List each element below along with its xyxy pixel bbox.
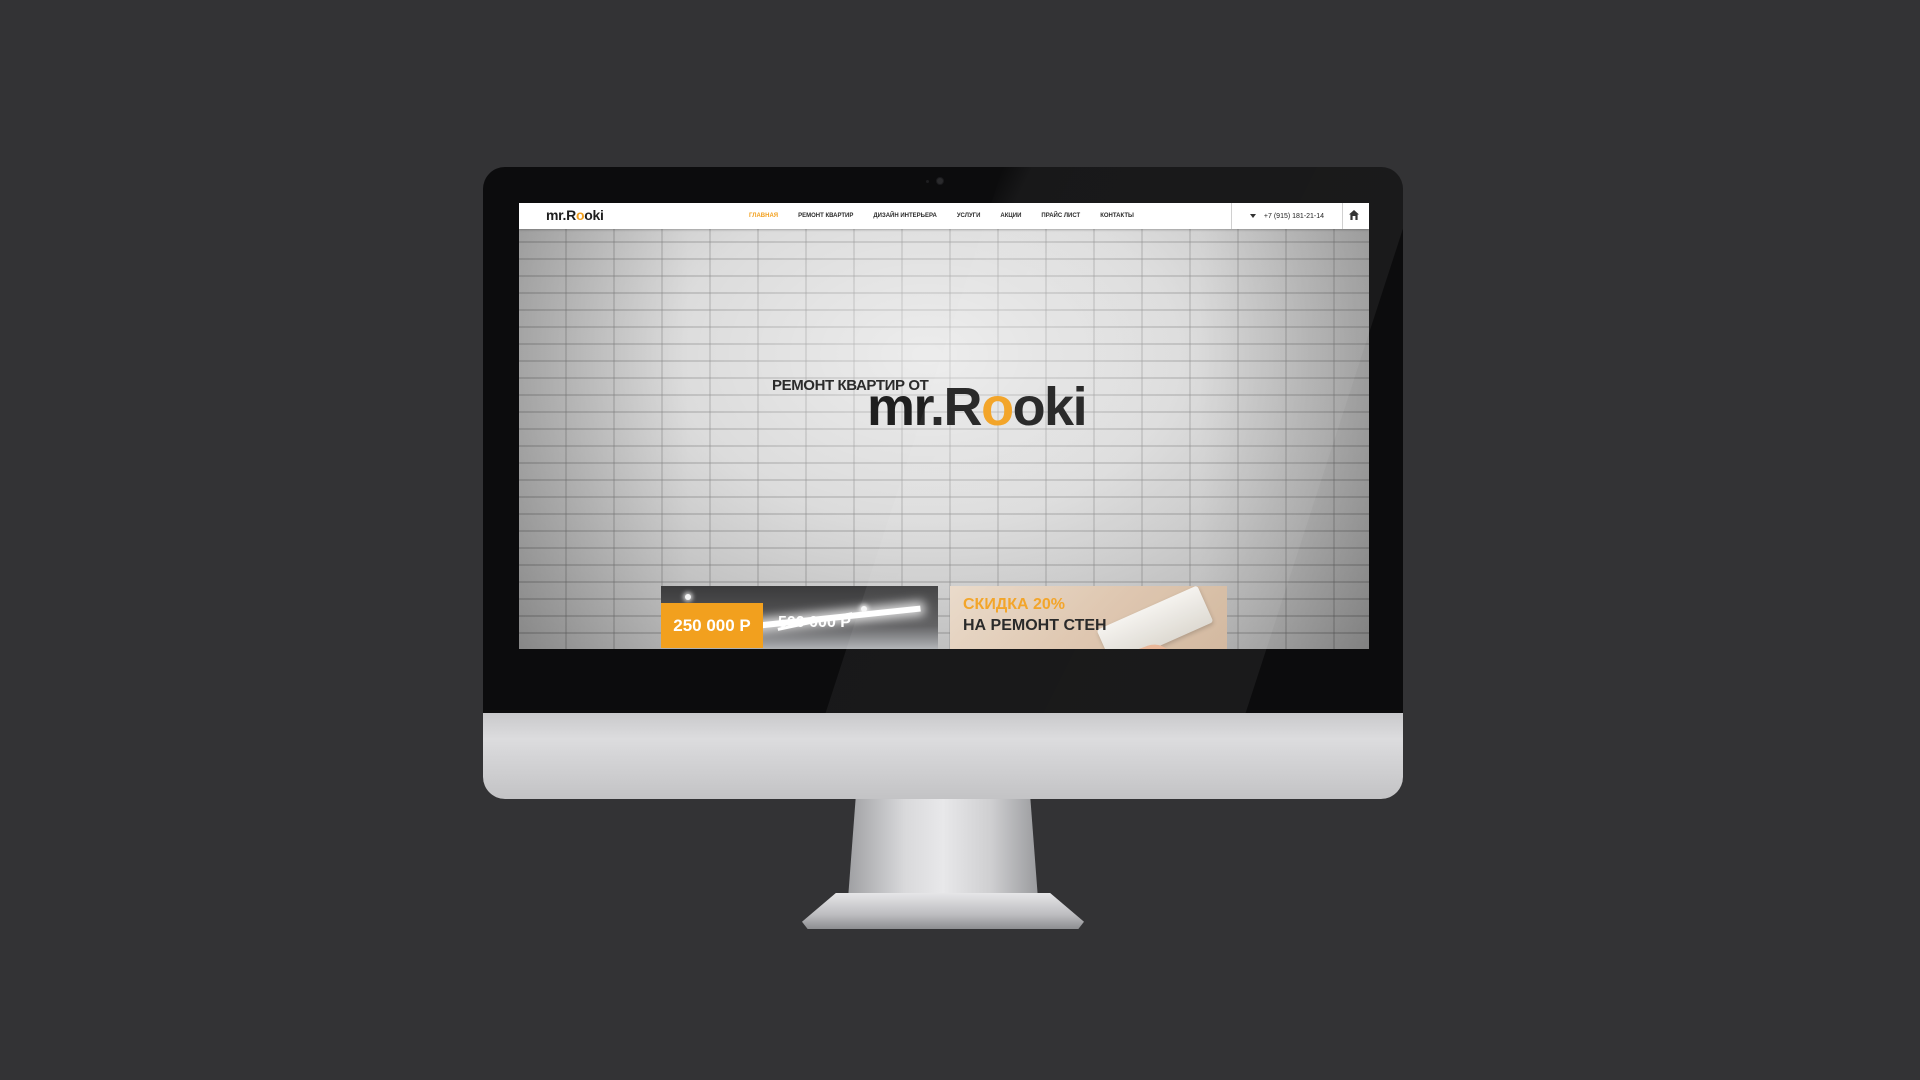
logo-text: mr.R xyxy=(546,207,576,223)
logo-o-icon: o xyxy=(575,207,585,223)
camera-icon xyxy=(937,178,943,184)
chevron-down-icon xyxy=(1249,214,1256,218)
phone-number: +7 (915) 181-21-14 xyxy=(1263,212,1325,220)
trowel-image xyxy=(1096,586,1214,649)
hero-title: mr.Rooki xyxy=(867,375,1088,439)
logo-text-end: oki xyxy=(584,207,604,223)
sensor-dot xyxy=(926,180,929,183)
nav-item-services[interactable]: УСЛУГИ xyxy=(957,213,981,219)
site-header: mr.Rooki ГЛАВНАЯ РЕМОНТ КВАРТИР ДИЗАЙН И… xyxy=(519,203,1369,229)
promo-card-price[interactable]: 250 000 Р 500 000 Р xyxy=(661,586,938,649)
spotlight-image xyxy=(685,594,691,600)
brick-wall-texture xyxy=(519,229,1369,649)
site-logo[interactable]: mr.Rooki xyxy=(546,207,604,223)
hero-logo-o-icon: o xyxy=(981,377,1014,437)
hero-title-text: mr.R xyxy=(867,377,983,437)
nav-item-interior-design[interactable]: ДИЗАЙН ИНТЕРЬЕРА xyxy=(873,213,936,219)
phone-dropdown[interactable]: +7 (915) 181-21-14 xyxy=(1231,203,1343,229)
spotlight-image xyxy=(861,606,867,612)
monitor-stand xyxy=(848,799,1038,899)
promo-card-discount[interactable]: СКИДКА 20% НА РЕМОНТ СТЕН xyxy=(950,586,1227,649)
hero-title-text-end: oki xyxy=(1012,377,1088,437)
nav-item-promotions[interactable]: АКЦИИ xyxy=(1000,213,1021,219)
discount-title: СКИДКА 20% xyxy=(963,596,1066,613)
main-nav: ГЛАВНАЯ РЕМОНТ КВАРТИР ДИЗАЙН ИНТЕРЬЕРА … xyxy=(749,203,1154,229)
discount-subtitle: НА РЕМОНТ СТЕН xyxy=(963,617,1107,634)
hero-banner: РЕМОНТ КВАРТИР ОТ mr.Rooki 250 000 Р 500… xyxy=(519,229,1369,649)
home-icon[interactable] xyxy=(1348,209,1360,221)
monitor-frame: mr.Rooki ГЛАВНАЯ РЕМОНТ КВАРТИР ДИЗАЙН И… xyxy=(483,167,1403,799)
browser-screen: mr.Rooki ГЛАВНАЯ РЕМОНТ КВАРТИР ДИЗАЙН И… xyxy=(519,203,1369,649)
monitor-stand-base xyxy=(802,893,1084,929)
nav-item-price-list[interactable]: ПРАЙС ЛИСТ xyxy=(1041,213,1080,219)
nav-item-apartment-renovation[interactable]: РЕМОНТ КВАРТИР xyxy=(798,213,853,219)
nav-item-contacts[interactable]: КОНТАКТЫ xyxy=(1100,213,1134,219)
monitor-chin xyxy=(483,713,1403,799)
new-price-badge: 250 000 Р xyxy=(661,603,763,648)
nav-item-home[interactable]: ГЛАВНАЯ xyxy=(749,213,778,219)
